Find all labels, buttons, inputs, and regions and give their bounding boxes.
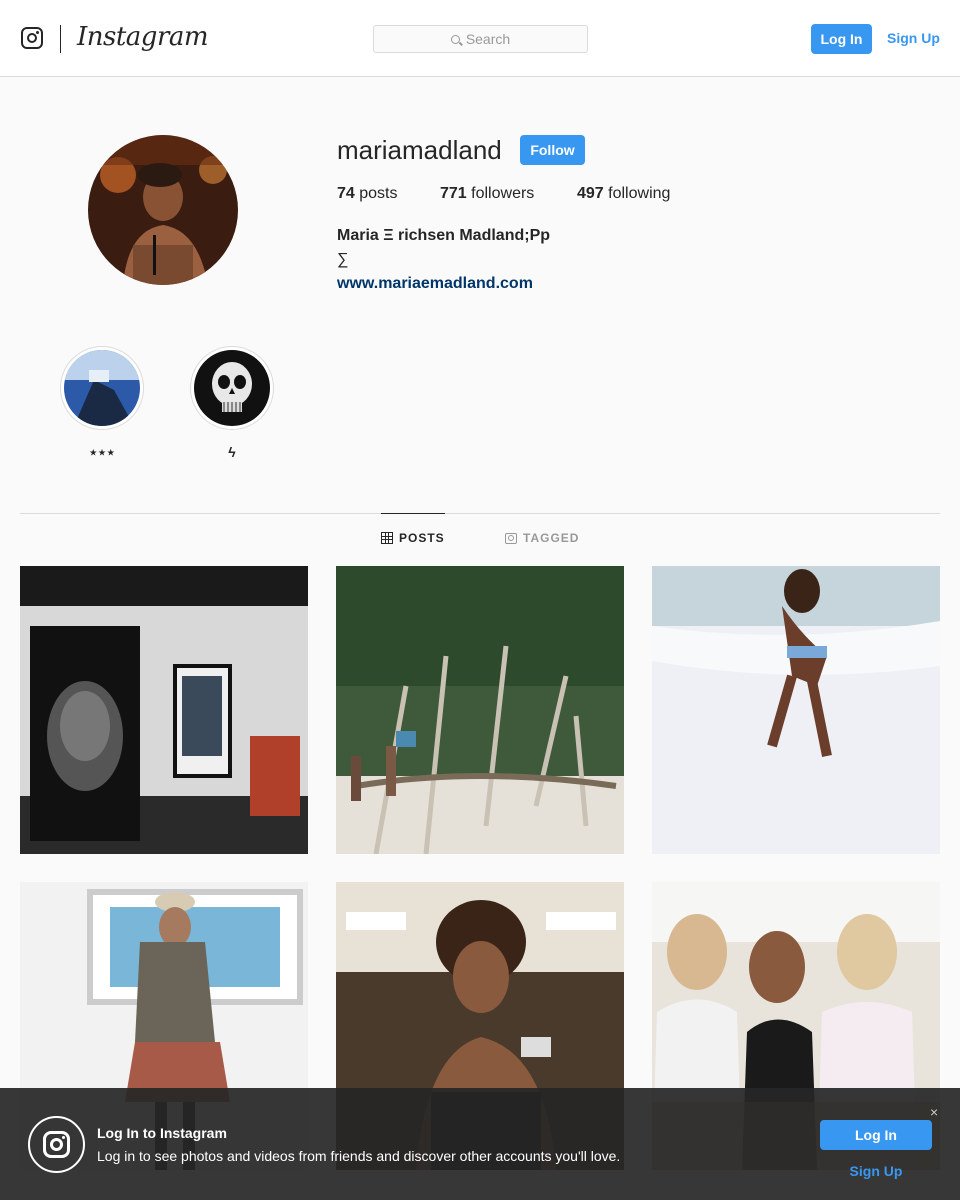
followers-stat[interactable]: 771 followers bbox=[440, 185, 534, 203]
following-count: 497 bbox=[577, 185, 604, 202]
story-highlight[interactable]: ϟ bbox=[190, 346, 274, 460]
profile-avatar[interactable] bbox=[88, 135, 238, 285]
header-divider bbox=[60, 25, 61, 53]
posts-count: 74 bbox=[337, 185, 355, 202]
grid-icon bbox=[381, 532, 393, 544]
close-icon[interactable]: × bbox=[930, 1104, 938, 1120]
profile-full-name: Maria Ξ richsen Madland;Pp bbox=[337, 227, 551, 244]
search-icon bbox=[450, 34, 460, 44]
banner-subtitle: Log in to see photos and videos from fri… bbox=[97, 1148, 621, 1164]
tagged-icon bbox=[505, 532, 517, 544]
highlight-ring bbox=[60, 346, 144, 430]
tabs-divider bbox=[20, 513, 940, 514]
profile-website-link[interactable]: www.mariaemadland.com bbox=[337, 275, 533, 293]
tab-tagged[interactable]: TAGGED bbox=[505, 531, 579, 545]
top-navigation-bar: Instagram Search Log In Sign Up bbox=[0, 0, 960, 77]
highlight-label: ⋆⋆⋆ bbox=[88, 444, 116, 460]
follow-button[interactable]: Follow bbox=[520, 135, 585, 165]
instagram-wordmark[interactable]: Instagram bbox=[77, 22, 209, 52]
login-prompt-banner: Log In to Instagram Log in to see photos… bbox=[0, 1088, 960, 1200]
profile-bio: ∑ bbox=[337, 251, 349, 268]
instagram-logo-icon bbox=[28, 1116, 85, 1173]
post-thumbnail[interactable] bbox=[336, 566, 624, 854]
instagram-glyph-icon[interactable] bbox=[21, 27, 43, 49]
tab-posts[interactable]: POSTS bbox=[381, 513, 445, 545]
highlight-ring bbox=[190, 346, 274, 430]
tab-posts-label: POSTS bbox=[399, 531, 445, 545]
highlight-cover bbox=[64, 350, 140, 426]
followers-label: followers bbox=[471, 185, 535, 202]
followers-count: 771 bbox=[440, 185, 467, 202]
story-highlight[interactable]: ⋆⋆⋆ bbox=[60, 346, 144, 461]
highlight-label: ϟ bbox=[228, 444, 236, 460]
search-input[interactable]: Search bbox=[373, 25, 588, 53]
posts-label: posts bbox=[359, 185, 398, 202]
login-button[interactable]: Log In bbox=[811, 24, 872, 54]
post-thumbnail[interactable] bbox=[652, 566, 940, 854]
following-stat[interactable]: 497 following bbox=[577, 185, 670, 203]
tab-tagged-label: TAGGED bbox=[523, 531, 580, 545]
banner-title: Log In to Instagram bbox=[97, 1125, 227, 1141]
search-placeholder: Search bbox=[465, 31, 511, 47]
signup-link[interactable]: Sign Up bbox=[887, 30, 940, 46]
highlight-cover bbox=[194, 350, 270, 426]
profile-username: mariamadland bbox=[337, 135, 502, 165]
post-thumbnail[interactable] bbox=[20, 566, 308, 854]
posts-stat: 74 posts bbox=[337, 185, 398, 203]
following-label: following bbox=[608, 185, 671, 202]
banner-signup-link[interactable]: Sign Up bbox=[820, 1163, 932, 1179]
banner-login-button[interactable]: Log In bbox=[820, 1120, 932, 1150]
